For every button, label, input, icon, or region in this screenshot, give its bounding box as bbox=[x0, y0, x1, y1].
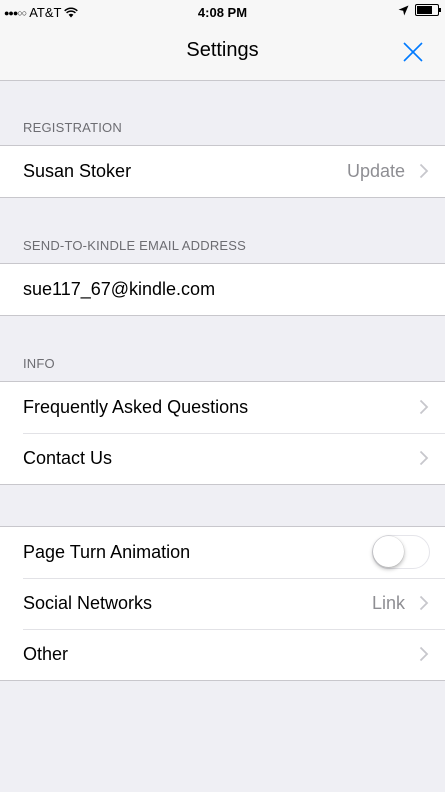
status-right bbox=[398, 4, 441, 16]
page-turn-animation-label: Page Turn Animation bbox=[23, 542, 191, 562]
close-icon bbox=[403, 42, 423, 62]
page-title: Settings bbox=[186, 39, 259, 61]
other-row[interactable]: Other bbox=[0, 629, 445, 680]
social-networks-link: Link bbox=[371, 593, 405, 613]
section-header-registration: REGISTRATION bbox=[23, 120, 122, 135]
contact-us-label: Contact Us bbox=[23, 448, 113, 468]
location-arrow-icon bbox=[398, 5, 409, 15]
other-label: Other bbox=[23, 644, 69, 664]
social-networks-label: Social Networks bbox=[23, 593, 153, 613]
chevron-right-icon bbox=[419, 163, 429, 179]
toggle-knob bbox=[373, 536, 404, 567]
kindle-email-address: sue117_67@kindle.com bbox=[23, 279, 216, 299]
status-time: 4:08 PM bbox=[197, 5, 248, 20]
status-bar: ●●●○○ AT&T 4:08 PM bbox=[0, 0, 445, 24]
registered-user-name: Susan Stoker bbox=[23, 161, 132, 181]
close-button[interactable] bbox=[399, 38, 427, 66]
battery-icon bbox=[415, 4, 441, 16]
info-group: Frequently Asked Questions Contact Us bbox=[0, 381, 445, 485]
kindle-email-group: sue117_67@kindle.com bbox=[0, 263, 445, 316]
faq-row[interactable]: Frequently Asked Questions bbox=[0, 382, 445, 433]
navigation-bar: Settings bbox=[0, 24, 445, 81]
kindle-email-row[interactable]: sue117_67@kindle.com bbox=[0, 264, 445, 315]
section-header-kindle-email: SEND-TO-KINDLE EMAIL ADDRESS bbox=[23, 238, 247, 253]
chevron-right-icon bbox=[419, 646, 429, 662]
registration-group: Susan Stoker Update bbox=[0, 145, 445, 198]
chevron-right-icon bbox=[419, 399, 429, 415]
chevron-right-icon bbox=[419, 450, 429, 466]
section-header-info: INFO bbox=[23, 356, 55, 371]
preferences-group: Page Turn Animation Social Networks Link… bbox=[0, 526, 445, 681]
contact-us-row[interactable]: Contact Us bbox=[0, 433, 445, 484]
page-turn-animation-row: Page Turn Animation bbox=[0, 527, 445, 578]
page-turn-animation-toggle[interactable] bbox=[372, 535, 430, 569]
registration-row[interactable]: Susan Stoker Update bbox=[0, 146, 445, 197]
chevron-right-icon bbox=[419, 595, 429, 611]
faq-label: Frequently Asked Questions bbox=[23, 397, 249, 417]
update-link: Update bbox=[346, 161, 405, 181]
social-networks-row[interactable]: Social Networks Link bbox=[0, 578, 445, 629]
